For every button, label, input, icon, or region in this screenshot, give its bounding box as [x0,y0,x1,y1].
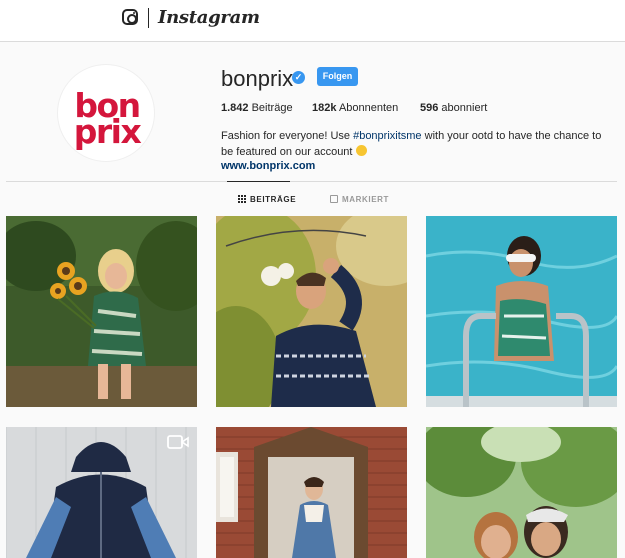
profile-avatar[interactable]: bon prix [57,64,155,162]
post-thumbnail[interactable] [426,216,617,407]
bio-hashtag-link[interactable]: #bonprixitsme [353,130,421,142]
post-image-woman-dirndl-door [216,427,407,558]
post-image-man-string-lights [216,216,407,407]
active-tab-indicator [227,181,290,182]
tab-tagged-label: MARKIERT [342,195,390,204]
tagged-icon [330,195,338,203]
tab-posts[interactable]: BEITRÄGE [238,195,296,204]
stat-posts-value: 1.842 [221,102,249,114]
verified-badge-icon: ✓ [292,71,305,84]
stat-followers[interactable]: 182k Abonnenten [312,102,398,114]
stat-following-label: abonniert [441,102,488,114]
post-image-woman-sunflowers [6,216,197,407]
stat-followers-label: Abonnenten [338,102,399,114]
post-thumbnail[interactable] [6,216,197,407]
stat-following[interactable]: 596 abonniert [420,102,487,114]
post-thumbnail[interactable] [426,427,617,558]
grid-icon [238,195,246,203]
tab-posts-label: BEITRÄGE [250,195,297,204]
post-image-woman-pool-ladder [426,216,617,407]
profile-bio: Fashion for everyone! Use #bonprixitsme … [221,128,611,160]
bio-text-start: Fashion for everyone! Use [221,130,354,142]
grinning-emoji-icon [355,145,367,156]
follow-button[interactable]: Folgen [317,67,358,86]
profile-website-link[interactable]: www.bonprix.com [221,160,315,172]
post-thumbnail[interactable] [216,427,407,558]
avatar-logo-line-2: prix [73,112,142,151]
instagram-glyph-icon[interactable] [122,9,138,25]
stat-followers-value: 182k [312,102,337,114]
post-thumbnail[interactable] [6,427,197,558]
header-divider [148,8,149,28]
profile-username: bonprix [221,66,294,91]
tab-tagged[interactable]: MARKIERT [330,195,389,204]
stat-following-value: 596 [420,102,439,114]
stat-posts: 1.842 Beiträge [221,102,293,114]
top-navigation-bar: Instagram [0,0,625,42]
video-icon [167,435,189,449]
tabs-divider [6,181,617,182]
post-thumbnail[interactable] [216,216,407,407]
stat-posts-label: Beiträge [251,102,293,114]
instagram-wordmark[interactable]: Instagram [158,7,260,28]
post-image-two-women-smiling [426,427,617,558]
